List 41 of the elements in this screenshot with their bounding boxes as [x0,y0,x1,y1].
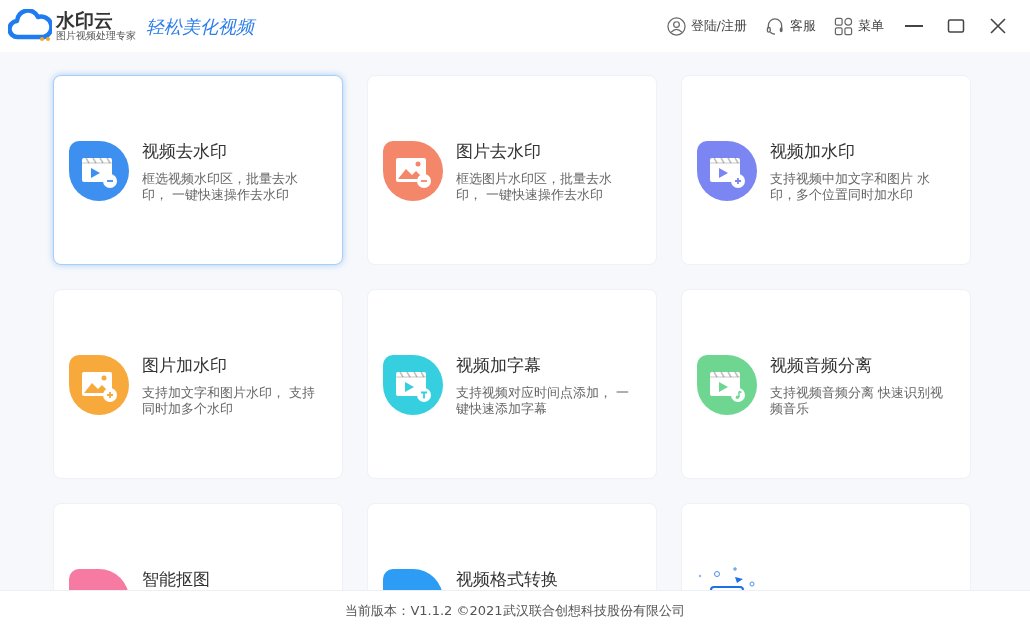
card-description: 支持视频对应时间点添加， 一 键快速添加字幕 [456,385,630,417]
card-description: 框选图片水印区，批量去水 印， 一键快速操作去水印 [456,171,612,203]
card-title: 视频格式转换 [456,568,558,590]
service-link[interactable]: 客服 [765,16,816,36]
cloud-logo-icon [8,9,52,43]
card-title: 智能抠图 [142,568,210,590]
menu-button[interactable]: 菜单 [834,16,884,36]
card-title: 图片去水印 [456,140,542,163]
video-tool-icon [697,141,757,201]
card-title: 视频去水印 [142,140,228,163]
card-title: 视频加字幕 [456,354,542,377]
card-title: 视频加水印 [770,140,856,163]
video-tool-icon [69,141,129,201]
app-tagline: 图片视频处理专家 [56,31,136,41]
feature-card[interactable]: 视频加字幕 支持视频对应时间点添加， 一 键快速添加字幕 [367,289,657,479]
app-name: 水印云 [56,11,114,30]
image-tool-icon [383,141,443,201]
feature-card[interactable]: 视频格式转换 [367,503,657,590]
login-link[interactable]: 登陆/注册 [666,16,747,36]
feature-card[interactable]: 图片去水印 框选图片水印区，批量去水 印， 一键快速操作去水印 [367,75,657,265]
card-title: 视频音频分离 [770,354,873,377]
card-description: 支持视频音频分离 快速识别视 频音乐 [770,385,944,417]
close-icon [989,17,1007,35]
minimize-icon [905,25,923,27]
card-description: 框选视频水印区，批量去水 印， 一键快速操作去水印 [142,171,298,203]
feature-card[interactable]: 视频音频分离 支持视频音频分离 快速识别视 频音乐 [681,289,971,479]
user-icon [666,16,686,36]
feature-card[interactable]: 图片加水印 支持加文字和图片水印， 支持 同时加多个水印 [53,289,343,479]
footer-text: 当前版本：V1.1.2 ©2021武汉联合创想科技股份有限公司 [345,602,685,621]
feature-card[interactable]: 视频去水印 框选视频水印区，批量去水 印， 一键快速操作去水印 [53,75,343,265]
card-title: 图片加水印 [142,354,228,377]
card-description: 支持加文字和图片水印， 支持 同时加多个水印 [142,385,316,417]
video-tool-icon [383,355,443,415]
video-tool-icon [697,355,757,415]
card-description: 支持视频中加文字和图片 水 印，多个位置同时加水印 [770,171,931,203]
headset-icon [765,16,785,36]
feature-card[interactable]: 智能抠图 [53,503,343,590]
grid-menu-icon [834,16,853,36]
maximize-icon [947,17,965,35]
image-tool-icon [69,355,129,415]
feature-card[interactable]: 视频加水印 支持视频中加文字和图片 水 印，多个位置同时加水印 [681,75,971,265]
